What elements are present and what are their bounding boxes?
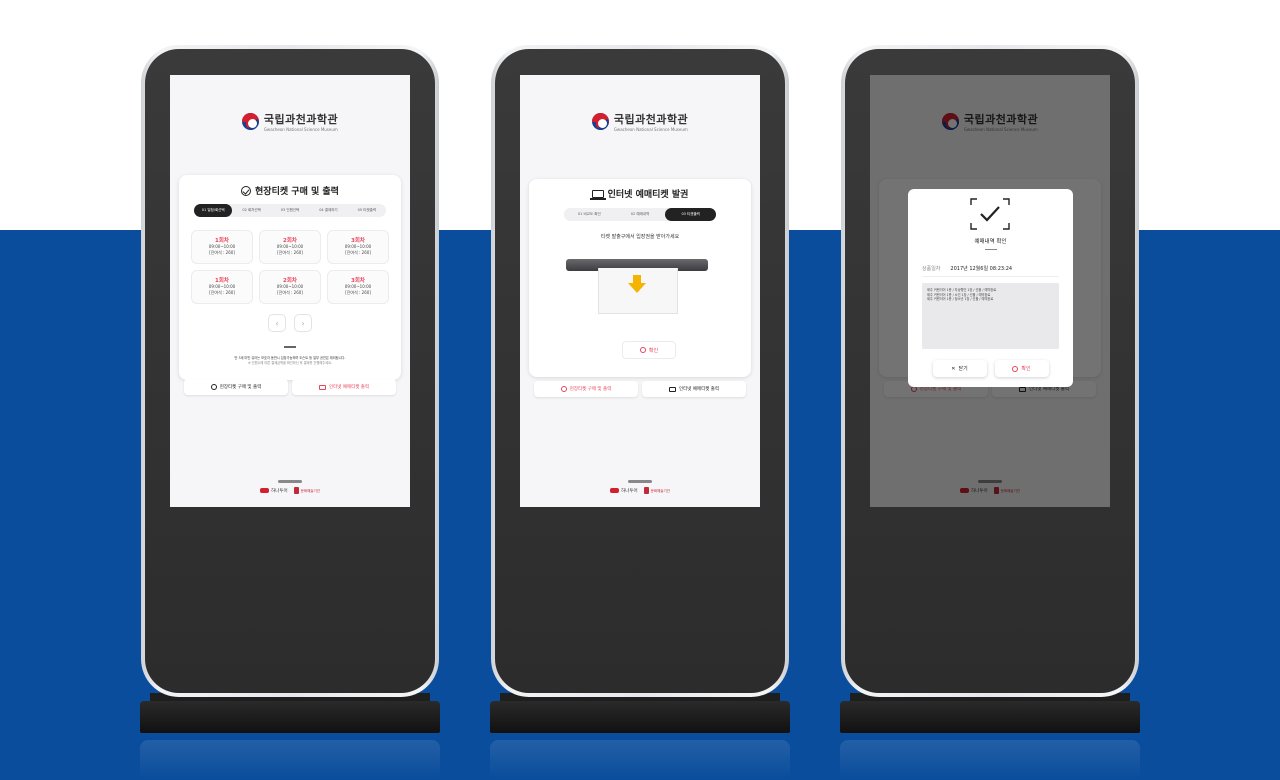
kiosk-stand xyxy=(140,693,440,733)
scan-check-icon xyxy=(970,198,1010,230)
taeguk-icon xyxy=(241,113,259,130)
footer-pill xyxy=(278,480,302,483)
session-card[interactable]: 3회차 09:00~10:00 [잔여석 : 260] xyxy=(327,270,389,304)
step-indicator: 01 일정/회선택 02 회차선택 03 인원선택 04 결제하기 05 티켓출… xyxy=(194,204,386,217)
confirm-button[interactable]: 확인 xyxy=(622,341,676,359)
tab-onsite[interactable]: 현장티켓 구매 및 출력 xyxy=(184,379,288,395)
reservation-date-row: 상품일자 2017년 12월6일 08:23:24 xyxy=(922,265,1059,277)
check-circle-icon xyxy=(210,384,217,390)
kiosk-stand xyxy=(840,693,1140,733)
mode-tabs: 현장티켓 구매 및 출력 인터넷 예매티켓 출력 xyxy=(534,381,746,397)
footer-pill xyxy=(628,480,652,483)
laptop-icon xyxy=(318,384,326,390)
check-circle-icon xyxy=(639,347,646,353)
modal-divider xyxy=(985,249,997,250)
session-card[interactable]: 2회차 09:00~10:00 [잔여석 : 260] xyxy=(259,270,321,304)
ticket-printer-illustration xyxy=(566,259,708,314)
step-1: 01 일정/회선택 xyxy=(194,204,233,217)
check-circle-icon xyxy=(560,386,567,392)
laptop-icon xyxy=(589,189,606,200)
kiosk-reflection xyxy=(490,740,790,780)
kiosk-reflection xyxy=(140,740,440,780)
check-circle-icon xyxy=(241,185,252,196)
panel-title: 현장티켓 구매 및 출력 xyxy=(179,184,401,197)
logo-name-kr: 국립과천과학관 xyxy=(613,113,689,126)
kiosk-screen-onsite: 국립과천과학관 Gwacheon National Science Museum… xyxy=(170,75,410,507)
partner-logos: 하나투어 문화예술기관 xyxy=(610,487,670,494)
detail-line: 제주 커텐이어 1층 / 청소년 1장 / 선물 / 예약완료 xyxy=(927,297,994,301)
modal-title: 예매내역 확인 xyxy=(974,239,1007,245)
date-value: 2017년 12월6일 08:23:24 xyxy=(950,266,1013,272)
kiosk-3: 국립과천과학관 Gwacheon National Science Museum… xyxy=(841,45,1139,697)
panel-title: 인터넷 예매티켓 발권 xyxy=(529,187,751,200)
kiosk-1: 국립과천과학관 Gwacheon National Science Museum… xyxy=(141,45,439,697)
culture-logo-icon xyxy=(643,487,649,494)
ticket-message: 티켓 발출구에서 입장권을 받아가세요 xyxy=(600,234,680,240)
footer: 하나투어 문화예술기관 xyxy=(170,480,410,494)
hanatour-logo-icon xyxy=(610,487,620,493)
next-page-button[interactable]: › xyxy=(294,314,312,332)
taeguk-icon xyxy=(591,113,609,130)
step-4: 04 결제하기 xyxy=(319,208,338,212)
tab-internet[interactable]: 인터넷 예매티켓 출력 xyxy=(642,381,746,397)
logo-name-en: Gwacheon National Science Museum xyxy=(613,127,688,132)
session-card[interactable]: 1회차 09:00~10:00 [잔여석 : 260] xyxy=(191,230,253,264)
museum-logo: 국립과천과학관 Gwacheon National Science Museum xyxy=(170,111,410,132)
close-button[interactable]: ✕ 닫기 xyxy=(932,360,987,377)
check-circle-icon xyxy=(1012,365,1019,372)
step-2: 02 회차선택 xyxy=(242,208,261,212)
session-card[interactable]: 1회차 09:00~10:00 [잔여석 : 260] xyxy=(191,270,253,304)
partner-logos: 하나투어 문화예술기관 xyxy=(260,487,320,494)
culture-logo-icon xyxy=(293,487,299,494)
museum-logo: 국립과천과학관 Gwacheon National Science Museum xyxy=(520,111,760,132)
mode-tabs: 현장티켓 구매 및 출력 인터넷 예매티켓 출력 xyxy=(184,379,396,395)
step-5: 05 티켓출력 xyxy=(357,208,377,212)
logo-name-kr: 국립과천과학관 xyxy=(263,113,339,126)
onsite-panel: 현장티켓 구매 및 출력 01 일정/회선택 02 회차선택 03 인원선택 0… xyxy=(179,175,401,380)
divider xyxy=(284,346,296,348)
reservation-details: 제주 커텐이어 1층 / 자상행인 1장 / 선물 / 예약완료 제주 커텐이어… xyxy=(922,283,1059,349)
logo-name-en: Gwacheon National Science Museum xyxy=(263,127,338,132)
modal-actions: ✕ 닫기 확인 xyxy=(908,360,1073,377)
session-card[interactable]: 2회차 09:00~10:00 [잔여석 : 260] xyxy=(259,230,321,264)
internet-panel: 인터넷 예매티켓 발권 01 비교도 확인 02 예매내역 03 티켓출력 티켓… xyxy=(529,179,751,377)
session-pager: ‹ › xyxy=(179,314,401,332)
step-2: 02 예매내역 xyxy=(630,212,650,216)
reservation-modal: 예매내역 확인 상품일자 2017년 12월6일 08:23:24 제주 커텐이… xyxy=(908,189,1073,387)
kiosk-screen-internet: 국립과천과학관 Gwacheon National Science Museum… xyxy=(520,75,760,507)
step-3: 03 인원선택 xyxy=(280,208,300,212)
kiosk-stand xyxy=(490,693,790,733)
step-3: 03 티켓출력 xyxy=(665,208,717,221)
notice: 만 3세 미만 유아는 보호자 동반시 입장가능하며 도슨트 등 일부 공연은 … xyxy=(179,356,401,366)
kiosk-reflection xyxy=(840,740,1140,780)
laptop-icon xyxy=(668,386,676,392)
step-1: 01 비교도 확인 xyxy=(577,212,601,216)
session-grid: 1회차 09:00~10:00 [잔여석 : 260] 2회차 09:00~10:00… xyxy=(179,230,401,304)
close-icon: ✕ xyxy=(951,365,956,372)
step-indicator: 01 비교도 확인 02 예매내역 03 티켓출력 xyxy=(564,208,717,221)
confirm-button[interactable]: 확인 xyxy=(994,360,1049,377)
arrow-down-icon xyxy=(628,275,646,293)
prev-page-button[interactable]: ‹ xyxy=(268,314,286,332)
tab-internet[interactable]: 인터넷 예매티켓 출력 xyxy=(292,379,396,395)
footer: 하나투어 문화예술기관 xyxy=(520,480,760,494)
hanatour-logo-icon xyxy=(260,487,270,493)
tab-onsite[interactable]: 현장티켓 구매 및 출력 xyxy=(534,381,638,397)
date-label: 상품일자 xyxy=(922,266,941,272)
session-card[interactable]: 3회차 09:00~10:00 [잔여석 : 260] xyxy=(327,230,389,264)
kiosk-2: 국립과천과학관 Gwacheon National Science Museum… xyxy=(491,45,789,697)
notice-sub: ※ 인원수에 따른 결제금액을 확인하신 후 결제를 진행해주세요. xyxy=(247,361,333,365)
kiosk-screen-confirm: 국립과천과학관 Gwacheon National Science Museum… xyxy=(870,75,1110,507)
